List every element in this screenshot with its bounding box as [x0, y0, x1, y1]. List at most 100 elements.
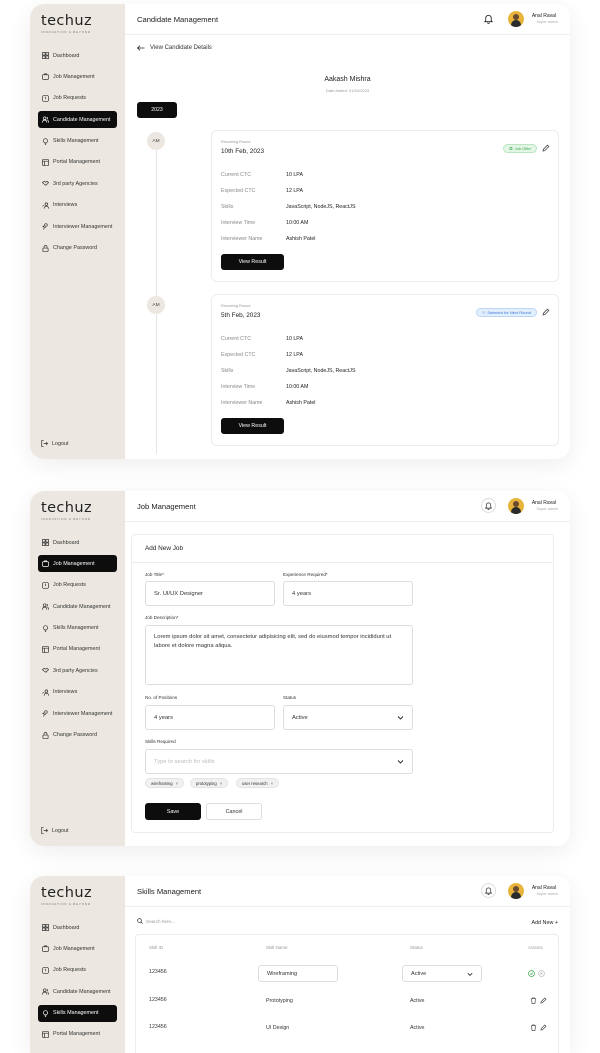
edit-icon[interactable] [540, 1024, 547, 1031]
grid-icon [42, 924, 49, 931]
description-textarea[interactable]: Lorem ipsum dolor sit amet, consectetur … [145, 625, 413, 685]
view-result-button[interactable]: View Result [221, 418, 284, 434]
page-title: Skills Management [137, 886, 202, 896]
edit-icon[interactable] [540, 997, 547, 1004]
sidebar-item-job-requests[interactable]: Job Requests [38, 90, 117, 107]
close-icon[interactable]: × [176, 781, 178, 786]
detail-label: Expected CTC [221, 352, 256, 358]
sidebar-item-label: Job Management [53, 945, 95, 952]
skill-name-input[interactable]: Wireframing [258, 965, 338, 982]
job-title-input[interactable]: Sr. UI/UX Designer [145, 581, 275, 606]
positions-input[interactable]: 4 years [145, 705, 275, 730]
save-button[interactable]: Save [145, 803, 201, 820]
sidebar-item-portal-management[interactable]: Portal Management [38, 641, 117, 658]
sidebar-item-skills-management[interactable]: Skills Management [38, 620, 117, 637]
logout-button[interactable]: Logout [41, 440, 69, 447]
detail-row: Expected CTC 12 LPA [221, 352, 303, 358]
status-select[interactable]: Active [283, 705, 413, 730]
bell-button[interactable] [481, 883, 496, 898]
sidebar-item-3rd-party-agencies[interactable]: 3rd party Agencies [38, 175, 117, 192]
form-title: Add New Job [132, 535, 553, 563]
sidebar-item-dashboard[interactable]: Dashboard [38, 47, 117, 64]
header: Job Management Anal Raval Super admin [125, 491, 570, 522]
detail-label: Expected CTC [221, 188, 256, 194]
detail-row: Skills JavaScript, NodeJS, ReactJS [221, 368, 355, 374]
sidebar-item-portal-management[interactable]: Portal Management [38, 154, 117, 171]
year-filter[interactable]: 2023 [137, 102, 177, 118]
search-icon [137, 918, 143, 924]
arrow-left-icon [137, 45, 145, 51]
trash-icon[interactable] [530, 1024, 537, 1031]
sidebar-item-label: Skills Management [53, 625, 99, 632]
bell-button[interactable] [481, 498, 496, 513]
skills-placeholder: Type to search for skills [154, 758, 215, 765]
round-label: Resuming Round [221, 304, 251, 308]
column-header: Skill ID [149, 945, 164, 950]
sidebar-item-job-management[interactable]: Job Management [38, 940, 117, 957]
sidebar-item-candidate-management[interactable]: Candidate Management [38, 111, 117, 129]
edit-icon[interactable] [542, 308, 550, 316]
sidebar-nav: Dashboard Job Management Job Requests Ca… [38, 919, 117, 1047]
close-icon[interactable]: × [220, 781, 222, 786]
skill-chip: prototyping × [190, 778, 229, 788]
lock-icon [42, 731, 49, 739]
sidebar-item-change-password[interactable]: Change Password [38, 727, 117, 744]
edit-icon[interactable] [542, 144, 550, 152]
experience-input[interactable]: 4 years [283, 581, 413, 606]
sidebar-item-candidate-management[interactable]: Candidate Management [38, 598, 117, 615]
chevron-down-icon [397, 716, 404, 720]
sidebar-item-portal-management[interactable]: Portal Management [38, 1026, 117, 1043]
users-icon [42, 988, 49, 995]
sidebar-item-interviewer-management[interactable]: Interviewer Management [38, 218, 117, 235]
logout-label: Logout [52, 827, 69, 834]
cancel-icon[interactable] [538, 970, 545, 977]
skill-name: Prototyping [266, 998, 293, 1004]
status-badge: ⚇ Selected for Next Round [475, 308, 537, 317]
view-result-button[interactable]: View Result [221, 254, 284, 270]
detail-value: 10:00 AM [286, 384, 309, 390]
status-value: Active [410, 998, 425, 1004]
logo: techuz [41, 13, 92, 29]
detail-row: Current CTC 10 LPA [221, 172, 303, 178]
sidebar-item-dashboard[interactable]: Dashboard [38, 919, 117, 936]
sidebar-item-job-requests[interactable]: Job Requests [38, 962, 117, 979]
sidebar-item-candidate-management[interactable]: Candidate Management [38, 983, 117, 1000]
sidebar-item-job-management[interactable]: Job Management [38, 68, 117, 85]
logout-button[interactable]: Logout [41, 827, 69, 834]
grid-icon [42, 52, 49, 59]
detail-value: JavaScript, NodeJS, ReactJS [286, 204, 356, 210]
check-icon[interactable] [528, 970, 535, 977]
sidebar-item-skills-management[interactable]: Skills Management [38, 133, 117, 150]
sidebar-item-3rd-party-agencies[interactable]: 3rd party Agencies [38, 662, 117, 679]
sidebar-item-job-management[interactable]: Job Management [38, 555, 117, 573]
back-button[interactable]: View Candidate Details [137, 45, 212, 51]
sidebar-item-interviews[interactable]: Interviews [38, 684, 117, 701]
header: Skills Management Anal Raval Super admin [125, 876, 570, 907]
sidebar-item-interviewer-management[interactable]: Interviewer Management [38, 705, 117, 722]
sidebar-item-interviews[interactable]: Interviews [38, 197, 117, 214]
detail-label: Interview Time [221, 384, 256, 390]
sidebar-item-job-requests[interactable]: Job Requests [38, 577, 117, 594]
avatar[interactable] [508, 11, 524, 27]
sidebar-item-skills-management[interactable]: Skills Management [38, 1004, 117, 1022]
cancel-button[interactable]: Cancel [206, 803, 262, 820]
job-offer-icon: ✪ [509, 146, 513, 151]
sidebar-item-change-password[interactable]: Change Password [38, 240, 117, 257]
sidebar-nav: Dashboard Job Management Job Requests Ca… [38, 534, 117, 748]
sidebar-item-label: Job Requests [53, 582, 86, 589]
logo: techuz [41, 500, 92, 516]
skill-chip: user research × [236, 778, 280, 788]
detail-row: Expected CTC 12 LPA [221, 188, 303, 194]
status-select[interactable]: Active [402, 965, 482, 982]
avatar[interactable] [508, 498, 524, 514]
skills-search-input[interactable]: Type to search for skills [145, 749, 413, 774]
sidebar-item-dashboard[interactable]: Dashboard [38, 534, 117, 551]
detail-value: 12 LPA [286, 352, 303, 358]
search-input[interactable]: Search here... [137, 918, 175, 924]
bell-icon[interactable] [483, 13, 494, 24]
trash-icon[interactable] [530, 997, 537, 1004]
avatar[interactable] [508, 883, 524, 899]
main-content: Job Management Anal Raval Super admin Ad… [125, 491, 570, 846]
close-icon[interactable]: × [271, 781, 273, 786]
add-new-button[interactable]: Add New + [531, 920, 558, 926]
